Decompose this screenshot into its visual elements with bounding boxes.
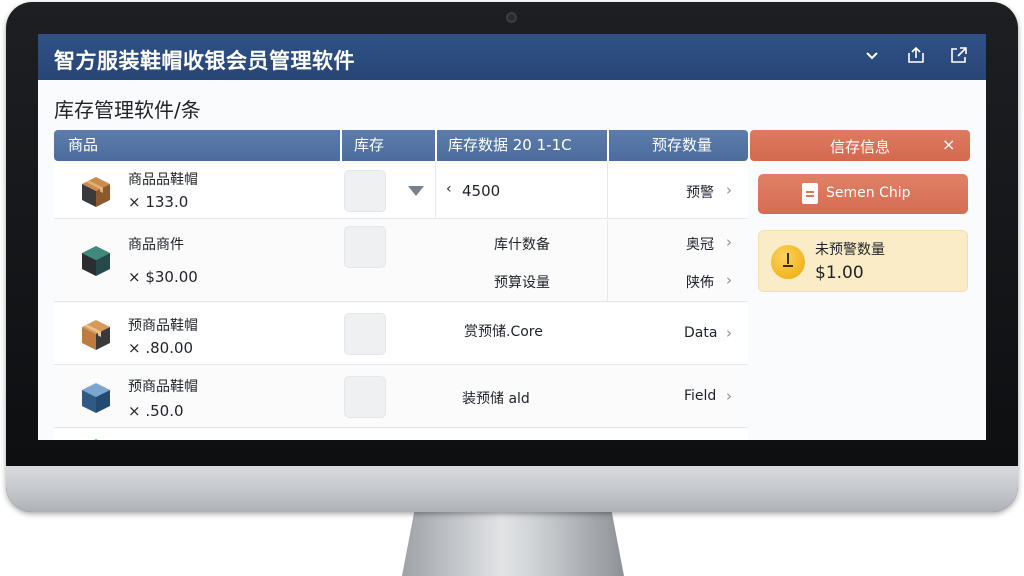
- column-header-stock-data[interactable]: 库存数据 20 1-1C: [448, 130, 572, 161]
- monitor-stand: [402, 506, 624, 576]
- chevron-right-icon[interactable]: ›: [726, 233, 732, 251]
- close-icon[interactable]: ×: [942, 135, 955, 154]
- alarm-clock-icon: [771, 245, 805, 279]
- info-label: 未预警数量: [815, 242, 885, 258]
- status-text: Data: [684, 325, 718, 341]
- share-icon[interactable]: [904, 45, 928, 69]
- page-heading: 库存管理软件/条: [54, 98, 201, 122]
- product-name: 预商品鞋帽: [128, 318, 198, 334]
- chevron-right-icon[interactable]: ›: [726, 324, 732, 342]
- title-bar: 智方服装鞋帽收银会员管理软件: [38, 34, 986, 80]
- stock-input[interactable]: [344, 376, 386, 418]
- column-divider: [607, 220, 608, 302]
- status-text: 预警: [686, 185, 714, 201]
- box-icon: [82, 177, 110, 207]
- stock-info-panel-header: 信存信息 ×: [750, 130, 970, 161]
- column-header-stock[interactable]: 库存: [354, 130, 384, 161]
- product-price: × .50.0: [128, 402, 184, 420]
- chevron-right-icon[interactable]: ›: [726, 271, 732, 289]
- table-header: 商品 库存 库存数据 20 1-1C 预存数量: [54, 130, 748, 161]
- chip-label: Semen Chip: [826, 185, 911, 201]
- chevron-right-icon[interactable]: ›: [726, 387, 732, 405]
- column-header-product[interactable]: 商品: [68, 130, 98, 161]
- box-icon: [82, 246, 110, 276]
- column-divider: [607, 163, 608, 219]
- box-icon: [82, 383, 110, 413]
- product-name: 预商品鞋帽: [128, 379, 198, 395]
- status-text: Field: [684, 388, 717, 404]
- panel-title: 信存信息: [830, 138, 891, 156]
- column-divider: [435, 130, 437, 161]
- status-text: 陕佈: [686, 275, 714, 291]
- semen-chip-button[interactable]: Semen Chip: [758, 174, 968, 214]
- stock-input[interactable]: [344, 313, 386, 355]
- stock-input[interactable]: [344, 226, 386, 268]
- export-icon[interactable]: [947, 45, 971, 69]
- product-name: 商品品鞋帽: [128, 172, 198, 188]
- table-row[interactable]: 预商品鞋帽 × .50.0 装预储 ald Field ›: [54, 366, 748, 428]
- budget-label: 预算设量: [494, 275, 550, 291]
- screen: 智方服装鞋帽收银会员管理软件 库存管理软件/条 商品 库存 库存数据 20 1-…: [38, 34, 986, 440]
- column-header-reserve-qty[interactable]: 预存数量: [652, 130, 712, 161]
- info-value: $1.00: [815, 263, 864, 283]
- table-row[interactable]: 商品商件 × $30.00 库什数备 预算设量 奥冠 › 陕佈 ›: [54, 220, 748, 302]
- product-name: 商品商件: [128, 237, 184, 253]
- webcam-icon: [506, 12, 517, 23]
- document-icon: [802, 183, 818, 204]
- box-icon: [94, 439, 98, 440]
- column-divider: [607, 130, 609, 161]
- table-row[interactable]: 预商品鞋帽 × .80.00 赏预储.Core Data ›: [54, 303, 748, 365]
- column-divider: [435, 163, 436, 219]
- page-area: 库存管理软件/条 商品 库存 库存数据 20 1-1C 预存数量 商品品鞋帽 ×…: [38, 80, 986, 440]
- chevron-right-icon[interactable]: ›: [726, 181, 732, 199]
- column-divider: [340, 130, 342, 161]
- inventory-table: 商品 库存 库存数据 20 1-1C 预存数量 商品品鞋帽 × 133.0 ‹ …: [54, 130, 748, 440]
- stock-value: 4500: [462, 182, 501, 200]
- box-icon: [82, 320, 110, 350]
- chevron-left-icon[interactable]: ‹: [446, 181, 452, 197]
- stock-input[interactable]: [344, 170, 386, 212]
- monitor-chin: [6, 466, 1018, 512]
- product-price: × .80.00: [128, 339, 194, 357]
- stock-data-text: 赏预储.Core: [464, 324, 543, 340]
- app-title: 智方服装鞋帽收银会员管理软件: [54, 49, 355, 73]
- product-price: × $30.00: [128, 268, 198, 286]
- stock-count-label: 库什数备: [494, 237, 550, 253]
- stock-data-text: 装预储 ald: [462, 391, 530, 407]
- caret-down-icon[interactable]: [408, 186, 424, 196]
- table-row[interactable]: [54, 429, 748, 440]
- alert-info-card: 未预警数量 $1.00: [758, 230, 968, 292]
- table-row[interactable]: 商品品鞋帽 × 133.0 ‹ 4500 预警 ›: [54, 163, 748, 219]
- chevron-down-icon[interactable]: [860, 45, 884, 69]
- product-price: × 133.0: [128, 193, 189, 211]
- status-text: 奥冠: [686, 237, 714, 253]
